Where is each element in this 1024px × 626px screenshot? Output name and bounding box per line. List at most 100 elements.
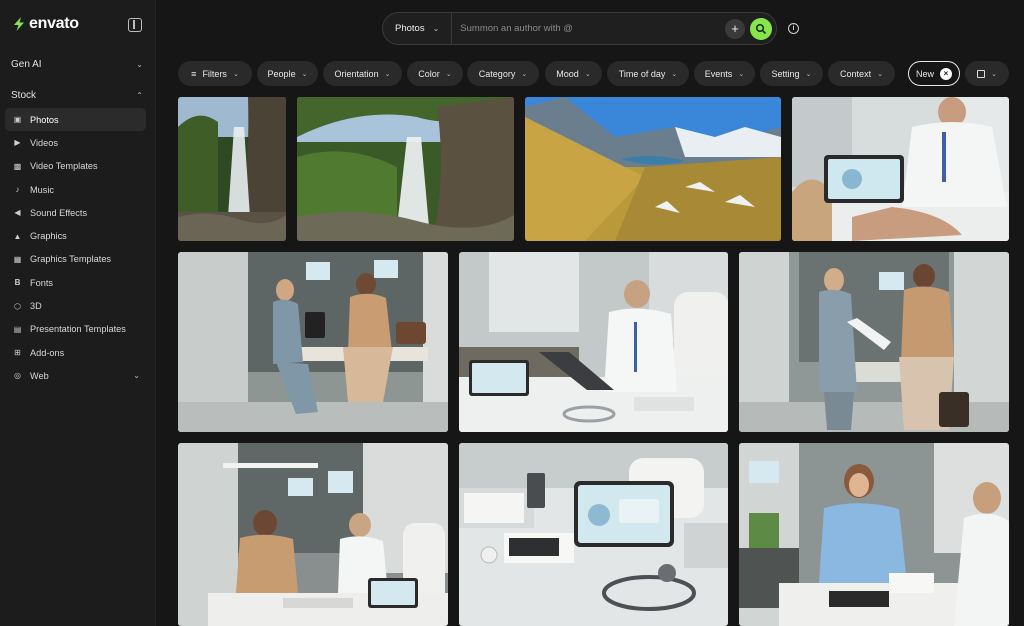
photo-image: [525, 97, 781, 241]
chip-label: Context: [840, 68, 872, 79]
chevron-down-icon: ⌄: [738, 70, 745, 78]
chip-label: Category: [478, 68, 516, 79]
music-note-icon: ♪: [15, 185, 20, 195]
search-type-dropdown[interactable]: Photos ⌄: [383, 13, 453, 44]
sidebar-item-label: Videos: [30, 137, 58, 148]
photo-image: [739, 443, 1009, 626]
chevron-down-icon: ⌄: [232, 70, 239, 78]
sidebar-item-sound-effects[interactable]: ◀ Sound Effects: [5, 201, 146, 224]
sidebar-item-photos[interactable]: ▣ Photos: [5, 108, 146, 132]
new-label: New: [915, 68, 934, 79]
chevron-down-icon: ⌄: [445, 70, 452, 78]
chevron-down-icon: ⌄: [805, 70, 812, 78]
sidebar-item-music[interactable]: ♪ Music: [5, 178, 146, 201]
filters-button[interactable]: ≡ Filters ⌄: [178, 61, 252, 86]
info-icon[interactable]: i: [788, 23, 799, 34]
sidebar-item-label: Fonts: [30, 277, 53, 288]
photo-image: [792, 97, 1009, 241]
search-bar: Photos ⌄ +: [382, 12, 777, 45]
chip-label: Events: [704, 68, 733, 79]
chevron-down-icon: ⌄: [384, 70, 391, 78]
filter-bar: ≡ Filters ⌄ People ⌄ Orientation ⌄ Color…: [0, 61, 1024, 86]
photo-nurse-clipboard[interactable]: [739, 252, 1009, 432]
filter-chip-events[interactable]: Events ⌄: [694, 61, 755, 86]
chevron-down-icon: ⌄: [671, 70, 678, 78]
photo-consultation-desk[interactable]: [178, 443, 448, 626]
sidebar-item-graphics-templates[interactable]: ▦ Graphics Templates: [5, 248, 146, 271]
chevron-down-icon: ⌄: [877, 70, 883, 78]
section-stock-label: Stock: [11, 90, 37, 101]
photo-mountain-valley[interactable]: [525, 97, 781, 241]
filter-chip-context[interactable]: Context ⌄: [828, 61, 895, 86]
chevron-down-icon: ⌄: [133, 371, 140, 381]
presentation-icon: ▤: [13, 324, 22, 334]
sidebar-item-presentation-templates[interactable]: ▤ Presentation Templates: [5, 318, 146, 341]
envato-logo[interactable]: envato: [12, 15, 79, 33]
chip-label: Time of day: [618, 68, 666, 79]
photo-waterfall-1[interactable]: [178, 97, 286, 241]
photo-image: [459, 443, 728, 626]
filter-chip-setting[interactable]: Setting ⌄: [760, 61, 823, 86]
sliders-icon: ≡: [191, 68, 197, 79]
chevron-down-icon: ⌄: [432, 24, 440, 33]
sidebar-item-3d[interactable]: ⬡ 3D: [5, 294, 146, 317]
chip-label: Color: [418, 68, 440, 79]
sidebar-item-label: Web: [30, 370, 49, 381]
photo-tablet-stethoscope[interactable]: [459, 443, 728, 626]
filters-label: Filters: [202, 68, 227, 79]
sidebar-item-video-templates[interactable]: ▩ Video Templates: [5, 155, 146, 178]
filter-chip-orientation[interactable]: Orientation ⌄: [323, 61, 402, 86]
collapse-sidebar-icon[interactable]: [128, 18, 142, 32]
sidebar: envato Gen AI ⌄ Stock ⌃ ▣ Photos ▶ Video…: [0, 0, 156, 626]
font-icon: B: [14, 278, 21, 288]
add-on-icon: ⊞: [14, 348, 21, 358]
chip-label: Setting: [771, 68, 800, 79]
photo-image: [178, 97, 286, 241]
chevron-down-icon: ⌄: [521, 70, 528, 78]
sidebar-item-fonts[interactable]: B Fonts: [5, 271, 146, 294]
filter-chip-category[interactable]: Category ⌄: [467, 61, 539, 86]
mountain-icon: ▲: [13, 231, 22, 241]
photo-waterfall-2[interactable]: [297, 97, 514, 241]
chip-label: Mood: [556, 68, 579, 79]
close-icon[interactable]: ×: [940, 67, 952, 80]
chevron-down-icon: ⌄: [584, 70, 591, 78]
section-stock[interactable]: Stock ⌃: [11, 90, 143, 101]
grid-layout-icon: [977, 69, 986, 78]
filter-chip-color[interactable]: Color ⌄: [407, 61, 463, 86]
globe-icon: ◎: [14, 371, 21, 381]
sidebar-item-label: Graphics Templates: [30, 254, 112, 265]
sidebar-item-label: Sound Effects: [30, 207, 88, 218]
add-button[interactable]: +: [725, 18, 745, 39]
photo-patient-writing[interactable]: [739, 443, 1009, 626]
chevron-down-icon: ⌄: [991, 70, 997, 78]
chevron-up-icon: ⌃: [136, 91, 143, 100]
photo-clinic-conversation[interactable]: [178, 252, 448, 432]
sound-icon: ◀: [14, 208, 21, 218]
photo-doctor-laptop[interactable]: [459, 252, 728, 432]
sidebar-item-videos[interactable]: ▶ Videos: [5, 131, 146, 154]
photo-image: [178, 252, 448, 432]
search-button[interactable]: [750, 17, 772, 40]
search-sparkle-icon: [755, 23, 767, 34]
filter-chip-mood[interactable]: Mood ⌄: [545, 61, 602, 86]
sidebar-item-graphics[interactable]: ▲ Graphics: [5, 224, 146, 247]
sidebar-item-web[interactable]: ◎ Web ⌄: [5, 364, 146, 387]
sidebar-item-add-ons[interactable]: ⊞ Add-ons: [5, 341, 146, 364]
sidebar-item-label: Graphics: [30, 231, 67, 242]
photo-doctor-tablet-1[interactable]: [792, 97, 1009, 241]
layout-toggle-button[interactable]: ⌄: [965, 61, 1009, 86]
search-input[interactable]: [452, 23, 725, 34]
photo-image: [459, 252, 728, 432]
chip-label: Orientation: [334, 68, 379, 79]
video-icon: ▶: [14, 138, 21, 148]
filter-chip-time-of-day[interactable]: Time of day ⌄: [607, 61, 689, 86]
filter-chip-people[interactable]: People ⌄: [257, 61, 318, 86]
search-type-label: Photos: [395, 23, 425, 34]
chip-label: People: [267, 68, 296, 79]
new-filter-chip[interactable]: New ×: [908, 61, 960, 86]
photo-image: [297, 97, 514, 241]
photo-image: [739, 252, 1009, 432]
sidebar-item-label: 3D: [30, 301, 42, 312]
sidebar-item-label: Add-ons: [30, 347, 65, 358]
